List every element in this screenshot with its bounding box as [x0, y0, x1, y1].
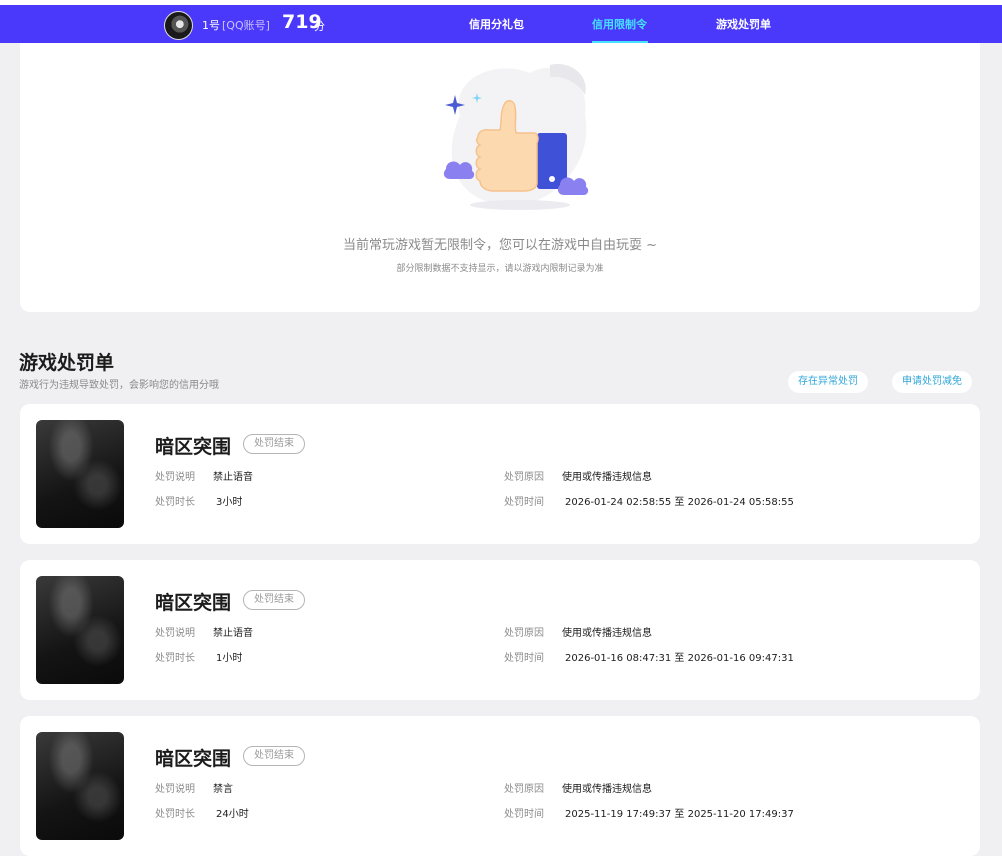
- penalty-section-title: 游戏处罚单: [19, 352, 115, 374]
- time-to: 至: [674, 809, 685, 820]
- game-name: 暗区突围: [155, 748, 232, 770]
- credit-score-unit: 分: [314, 20, 325, 33]
- duration-value: 3小时: [216, 497, 243, 508]
- reason-label: 处罚原因: [504, 472, 544, 483]
- restriction-card: 当前常玩游戏暂无限制令，您可以在游戏中自由玩耍 ~ 部分限制数据不支持显示，请以…: [20, 43, 980, 312]
- time-end: 2025-11-20 17:49:37: [687, 809, 794, 820]
- time-to: 至: [674, 653, 685, 664]
- reason-value: 使用或传播违规信息: [562, 628, 652, 639]
- appeal-reduction-button[interactable]: 申请处罚减免: [892, 371, 972, 393]
- thumbs-up-icon: [443, 64, 589, 210]
- game-name: 暗区突围: [155, 436, 232, 458]
- duration-label: 处罚时长: [155, 653, 195, 664]
- account-type: [QQ账号]: [222, 19, 270, 32]
- time-label: 处罚时间: [504, 497, 544, 508]
- reason-label: 处罚原因: [504, 784, 544, 795]
- nav-credit-gift[interactable]: 信用分礼包: [469, 16, 524, 32]
- restriction-note: 部分限制数据不支持显示，请以游戏内限制记录为准: [396, 264, 604, 274]
- time-start: 2026-01-24 02:58:55: [565, 497, 672, 508]
- time-to: 至: [674, 497, 685, 508]
- time-end: 2026-01-24 05:58:55: [687, 497, 794, 508]
- abnormal-penalty-button[interactable]: 存在异常处罚: [788, 371, 868, 393]
- account-name: 1号: [202, 19, 220, 32]
- time-value: 2026-01-16 08:47:31 至 2026-01-16 09:47:3…: [565, 649, 794, 664]
- user-avatar[interactable]: [164, 11, 193, 40]
- time-start: 2026-01-16 08:47:31: [565, 653, 672, 664]
- time-label: 处罚时间: [504, 809, 544, 820]
- nav-credit-restriction[interactable]: 信用限制令: [592, 16, 647, 32]
- duration-label: 处罚时长: [155, 497, 195, 508]
- time-end: 2026-01-16 09:47:31: [687, 653, 794, 664]
- time-label: 处罚时间: [504, 653, 544, 664]
- game-name: 暗区突围: [155, 592, 232, 614]
- description-value: 禁止语音: [213, 628, 253, 639]
- game-thumbnail: [36, 732, 124, 840]
- description-label: 处罚说明: [155, 628, 195, 639]
- time-start: 2025-11-19 17:49:37: [565, 809, 672, 820]
- reason-label: 处罚原因: [504, 628, 544, 639]
- game-thumbnail: [36, 576, 124, 684]
- duration-label: 处罚时长: [155, 809, 195, 820]
- description-label: 处罚说明: [155, 784, 195, 795]
- nav-game-penalty[interactable]: 游戏处罚单: [716, 16, 771, 32]
- status-badge: 处罚结束: [243, 434, 305, 454]
- reason-value: 使用或传播违规信息: [562, 784, 652, 795]
- duration-value: 24小时: [216, 809, 249, 820]
- penalty-section-subtitle: 游戏行为违规导致处罚，会影响您的信用分哦: [19, 380, 219, 391]
- penalty-card[interactable]: 暗区突围 处罚结束 处罚说明 禁言 处罚时长 24小时 处罚原因 使用或传播违规…: [20, 716, 980, 856]
- description-label: 处罚说明: [155, 472, 195, 483]
- penalty-card[interactable]: 暗区突围 处罚结束 处罚说明 禁止语音 处罚时长 3小时 处罚原因 使用或传播违…: [20, 404, 980, 544]
- no-restriction-message: 当前常玩游戏暂无限制令，您可以在游戏中自由玩耍 ~: [342, 238, 658, 253]
- description-value: 禁言: [213, 784, 233, 795]
- account-info: 1号 [QQ账号]: [202, 17, 270, 33]
- reason-value: 使用或传播违规信息: [562, 472, 652, 483]
- header-bar: 1号 [QQ账号] 719 分 信用分礼包 信用限制令 游戏处罚单: [0, 5, 1002, 43]
- game-thumbnail: [36, 420, 124, 528]
- status-badge: 处罚结束: [243, 746, 305, 766]
- duration-value: 1小时: [216, 653, 243, 664]
- time-value: 2025-11-19 17:49:37 至 2025-11-20 17:49:3…: [565, 805, 794, 820]
- time-value: 2026-01-24 02:58:55 至 2026-01-24 05:58:5…: [565, 493, 794, 508]
- description-value: 禁止语音: [213, 472, 253, 483]
- status-badge: 处罚结束: [243, 590, 305, 610]
- penalty-card[interactable]: 暗区突围 处罚结束 处罚说明 禁止语音 处罚时长 1小时 处罚原因 使用或传播违…: [20, 560, 980, 700]
